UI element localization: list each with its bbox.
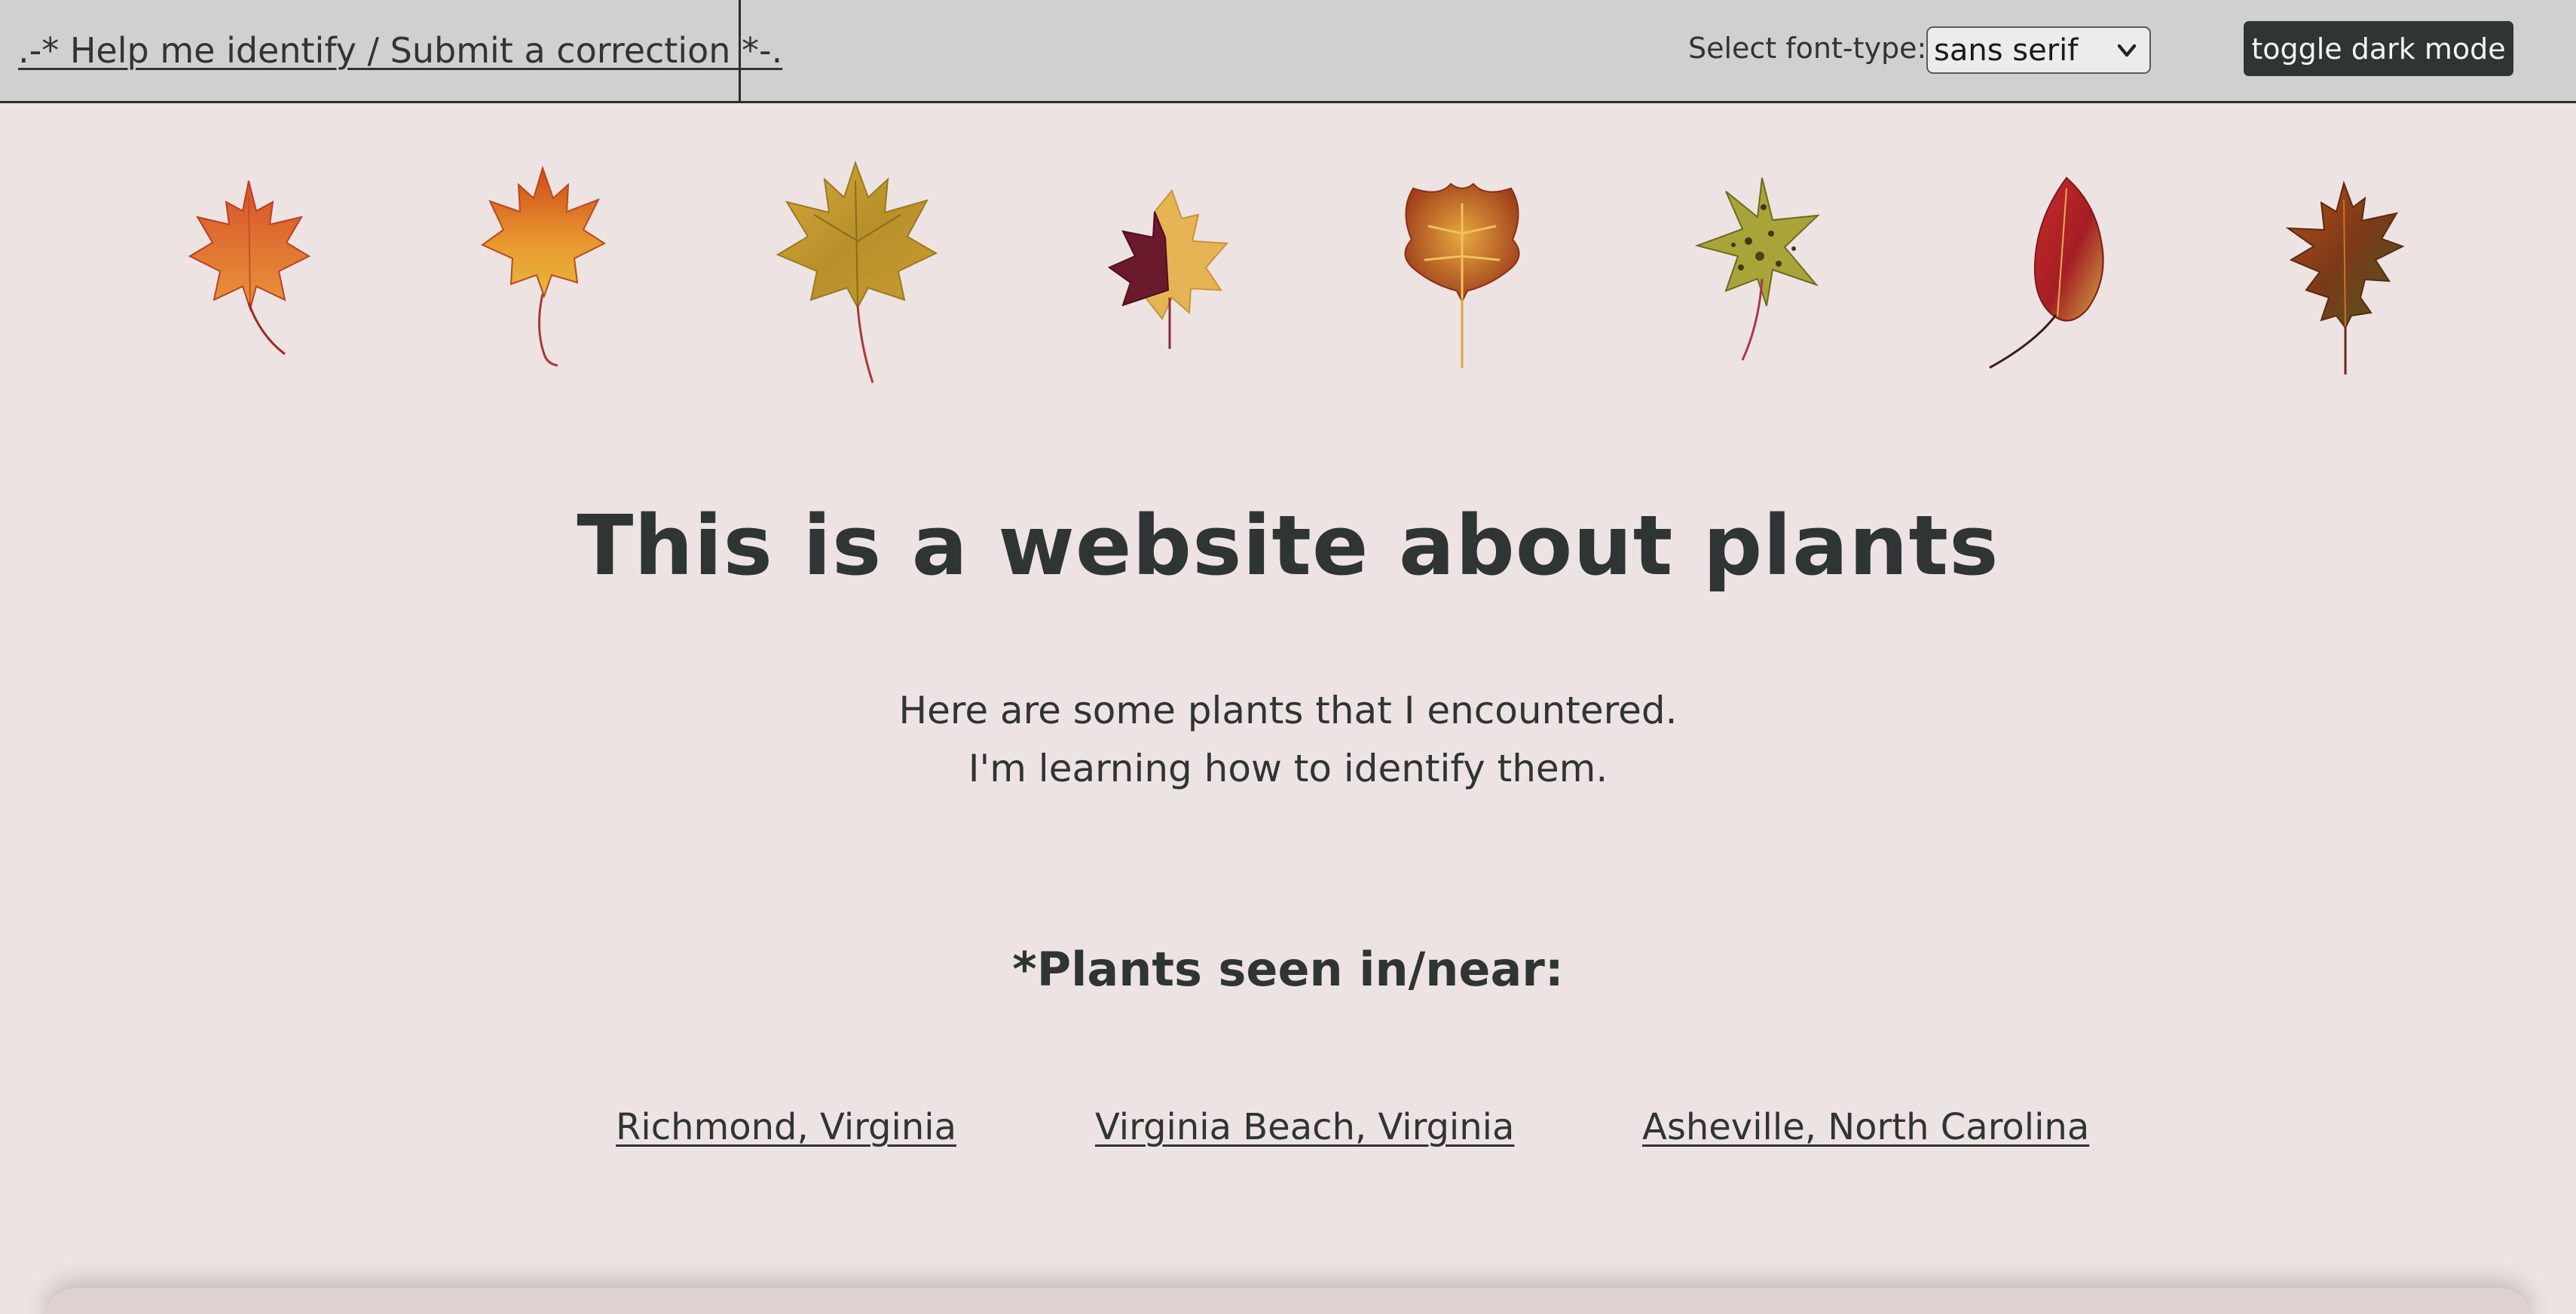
font-type-select-value: sans serif [1934, 32, 2079, 68]
plants-seen-heading: *Plants seen in/near: [1012, 942, 1564, 997]
orange-yellow-maple-leaf-icon [481, 165, 607, 367]
location-link-richmond[interactable]: Richmond, Virginia [616, 1106, 956, 1148]
font-type-select[interactable]: sans serif [1926, 26, 2151, 74]
spotted-sweetgum-leaf-icon [1694, 177, 1820, 361]
location-link-virginia-beach[interactable]: Virginia Beach, Virginia [1095, 1106, 1514, 1148]
purple-yellow-maple-leaf-icon [1107, 188, 1229, 349]
toggle-dark-mode-button[interactable]: toggle dark mode [2244, 21, 2513, 76]
leaf-banner [0, 151, 2576, 392]
top-bar: .-* Help me identify / Submit a correcti… [0, 0, 2576, 103]
content-card-edge [45, 1288, 2531, 1314]
page-title: This is a website about plants [577, 497, 1999, 594]
location-link-asheville[interactable]: Asheville, North Carolina [1642, 1106, 2089, 1148]
help-link-container: .-* Help me identify / Submit a correcti… [0, 0, 782, 101]
chevron-down-icon [2117, 44, 2137, 57]
red-orange-maple-leaf-icon [188, 180, 311, 356]
red-elm-leaf-icon [1989, 176, 2104, 369]
oak-leaf-icon [2285, 180, 2405, 374]
golden-maple-leaf-icon [776, 160, 938, 384]
intro-text: Here are some plants that I encountered.… [0, 682, 2576, 798]
intro-line-1: Here are some plants that I encountered. [898, 689, 1678, 732]
intro-line-2: I'm learning how to identify them. [968, 747, 1608, 790]
font-select-label: Select font-type: [1688, 32, 1927, 65]
help-identify-link[interactable]: .-* Help me identify / Submit a correcti… [18, 30, 782, 71]
tulip-poplar-leaf-icon [1404, 182, 1520, 368]
